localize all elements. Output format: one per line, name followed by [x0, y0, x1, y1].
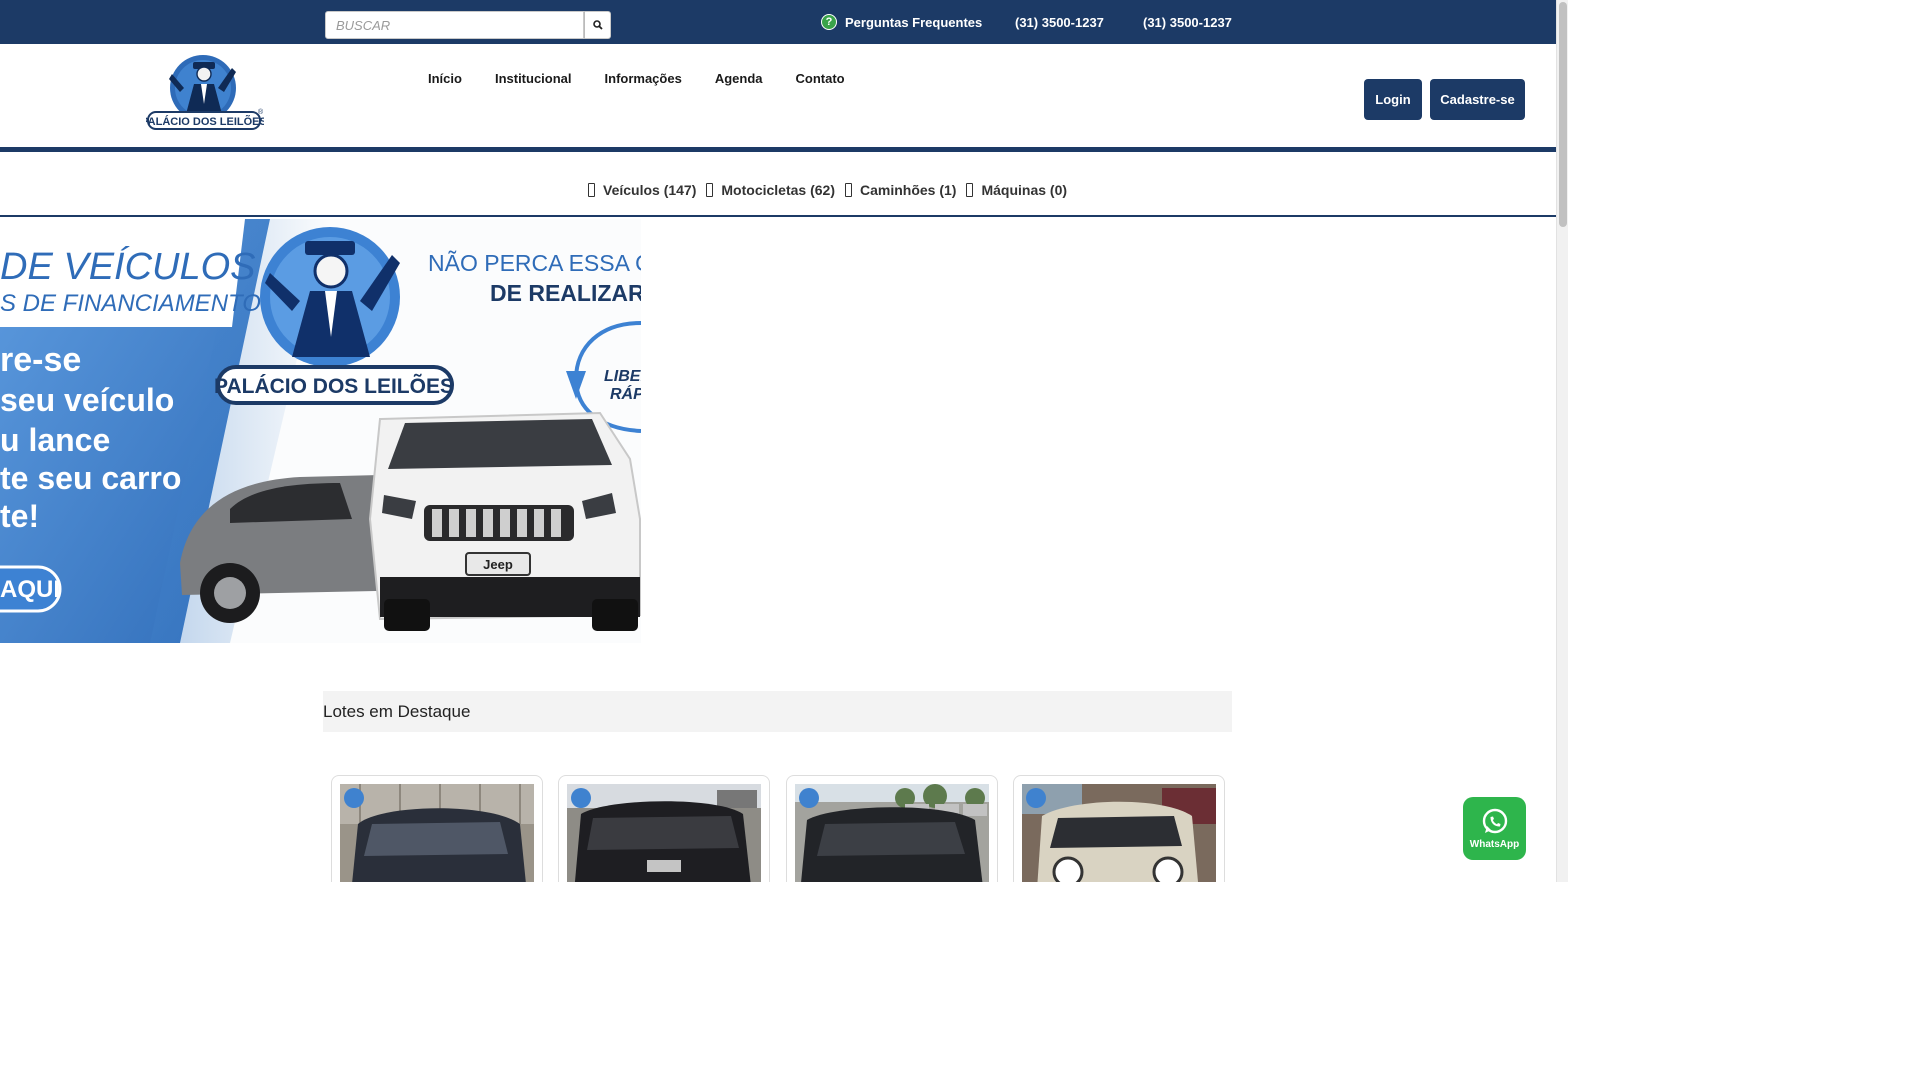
- register-button[interactable]: Cadastre-se: [1430, 79, 1525, 120]
- help-icon: ?: [821, 14, 837, 30]
- banner-left-line-5: te!: [0, 498, 39, 534]
- banner-left-line-2: seu veículo: [0, 382, 174, 418]
- banner-left-line-1: re-se: [0, 341, 81, 379]
- banner-logo-text: PALÁCIO DOS LEILÕES: [214, 374, 454, 398]
- category-caminhoes[interactable]: Caminhões (1): [844, 182, 957, 198]
- page: ? Perguntas Frequentes (31) 3500-1237 (3…: [0, 0, 1556, 882]
- car-icon: [588, 183, 595, 197]
- logo[interactable]: PALÁCIO DOS LEILÕES ®: [141, 54, 267, 132]
- lot-card-3[interactable]: [786, 775, 998, 882]
- banner-left-line-4: te seu carro: [0, 460, 181, 496]
- main-nav: Início Institucional Informações Agenda …: [428, 71, 878, 86]
- logo-image: PALÁCIO DOS LEILÕES ®: [141, 55, 267, 130]
- phone-link-2[interactable]: (31) 3500-1237: [1135, 15, 1232, 30]
- whatsapp-label: WhatsApp: [1469, 839, 1520, 850]
- logo-text: PALÁCIO DOS LEILÕES: [146, 115, 264, 128]
- banner-line-1: DE VEÍCULOS: [0, 245, 256, 288]
- whatsapp-button[interactable]: WhatsApp: [1463, 797, 1526, 860]
- lot-card-4[interactable]: [1013, 775, 1225, 882]
- nav-item-inicio[interactable]: Início: [428, 71, 462, 86]
- phone-number-2: (31) 3500-1237: [1143, 15, 1232, 30]
- nav-item-institucional[interactable]: Institucional: [495, 71, 572, 86]
- search-button[interactable]: [584, 11, 611, 39]
- highlights-title: Lotes em Destaque: [323, 702, 471, 721]
- category-label: Motocicletas (62): [721, 182, 835, 198]
- hero-banner[interactable]: DE VEÍCULOS S DE FINANCIAMENTO re-se seu…: [0, 219, 641, 643]
- lot-photo-2: [567, 784, 761, 882]
- nav-item-informacoes[interactable]: Informações: [605, 71, 682, 86]
- motorcycle-icon: [706, 183, 714, 197]
- lot-card-1[interactable]: [331, 775, 543, 882]
- faq-label: Perguntas Frequentes: [845, 14, 983, 30]
- category-maquinas[interactable]: Máquinas (0): [966, 182, 1067, 198]
- svg-text:®: ®: [258, 108, 264, 116]
- banner-side-text-1: LIBER: [604, 368, 641, 385]
- truck-icon: [844, 183, 852, 197]
- scrollbar[interactable]: [1556, 0, 1568, 882]
- banner-left-line-3: u lance: [0, 422, 110, 458]
- category-label: Veículos (147): [603, 182, 697, 198]
- faq-link[interactable]: ? Perguntas Frequentes: [821, 14, 982, 30]
- lot-card-2[interactable]: [558, 775, 770, 882]
- phone-link-1[interactable]: (31) 3500-1237: [1007, 15, 1104, 30]
- whatsapp-icon: [1482, 808, 1507, 834]
- machine-icon: [966, 183, 974, 197]
- banner-image: DE VEÍCULOS S DE FINANCIAMENTO re-se seu…: [0, 219, 641, 643]
- banner-line-2: S DE FINANCIAMENTO: [0, 290, 261, 317]
- search-icon: [592, 20, 603, 30]
- lot-photo-1: [340, 784, 534, 882]
- scrollbar-thumb[interactable]: [1559, 2, 1567, 227]
- login-button[interactable]: Login: [1364, 79, 1422, 120]
- lot-photo-4: [1022, 784, 1216, 882]
- category-veiculos[interactable]: Veículos (147): [588, 182, 696, 198]
- category-label: Máquinas (0): [981, 182, 1068, 198]
- lot-photo-3: [795, 784, 989, 882]
- banner-cta: AQUI: [0, 576, 60, 603]
- category-label: Caminhões (1): [859, 182, 957, 198]
- top-bar: [0, 0, 1556, 44]
- nav-item-agenda[interactable]: Agenda: [715, 71, 763, 86]
- phone-number-1: (31) 3500-1237: [1015, 15, 1104, 30]
- category-list: Veículos (147) Motocicletas (62) Caminhõ…: [588, 182, 1067, 198]
- banner-headline-2: DE REALIZAR: [490, 280, 641, 306]
- search-bar: [325, 11, 611, 39]
- nav-item-contato[interactable]: Contato: [796, 71, 845, 86]
- banner-side-text-2: RÁPI: [610, 384, 641, 403]
- search-input[interactable]: [325, 11, 584, 39]
- banner-headline-1: NÃO PERCA ESSA O: [428, 250, 641, 276]
- category-motocicletas[interactable]: Motocicletas (62): [706, 182, 835, 198]
- banner-plate-text: Jeep: [483, 557, 513, 572]
